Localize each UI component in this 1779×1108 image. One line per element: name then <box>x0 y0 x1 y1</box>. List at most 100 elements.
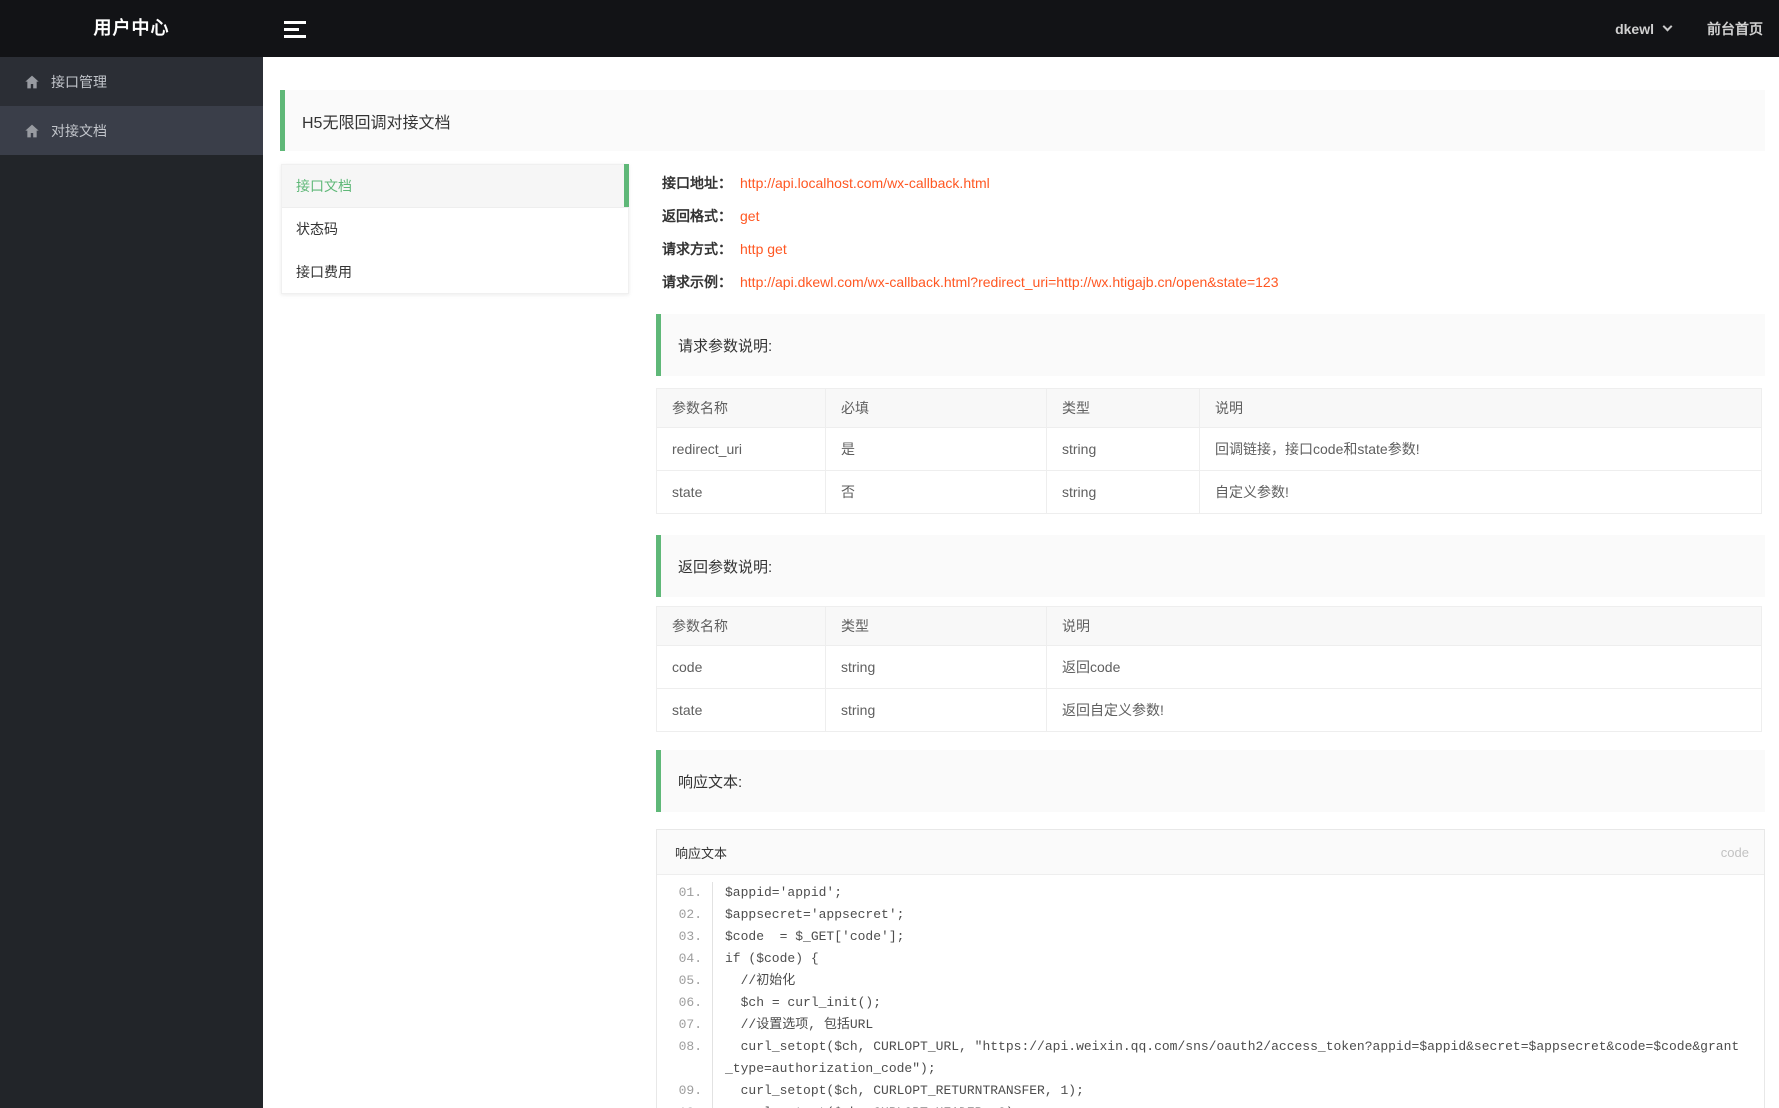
chevron-down-icon <box>1662 21 1673 32</box>
code-line: 05. //初始化 <box>657 970 1764 992</box>
home-icon <box>25 124 39 137</box>
request-example-link[interactable]: http://api.dkewl.com/wx-callback.html?re… <box>740 274 1279 290</box>
line-number: 08. <box>657 1036 713 1080</box>
api-url-label: 接口地址： <box>662 174 732 191</box>
code-line: 10. curl_setopt($ch, CURLOPT_HEADER, 0); <box>657 1102 1764 1108</box>
api-info-list: 接口地址： http://api.localhost.com/wx-callba… <box>662 166 1279 298</box>
line-number: 06. <box>657 992 713 1014</box>
cell-type: string <box>825 688 1047 732</box>
doc-menu-item-api-fees[interactable]: 接口费用 <box>282 251 628 293</box>
cell-description: 返回code <box>1046 645 1762 689</box>
username-label: dkewl <box>1615 20 1654 37</box>
doc-menu-item-status-codes[interactable]: 状态码 <box>282 208 628 250</box>
line-number: 01. <box>657 882 713 904</box>
cell-description: 自定义参数! <box>1199 470 1762 514</box>
cell-required: 是 <box>825 427 1047 471</box>
api-url-link[interactable]: http://api.localhost.com/wx-callback.htm… <box>740 175 990 191</box>
sidebar-item-label: 对接文档 <box>51 122 107 139</box>
hamburger-menu-icon[interactable] <box>284 21 306 38</box>
code-text: curl_setopt($ch, CURLOPT_RETURNTRANSFER,… <box>725 1083 1084 1098</box>
heading-text: 响应文本: <box>678 773 743 791</box>
api-info-row: 接口地址： http://api.localhost.com/wx-callba… <box>662 166 1279 199</box>
request-method-label: 请求方式： <box>662 240 732 257</box>
cell-description: 回调链接，接口code和state参数! <box>1199 427 1762 471</box>
page-title-panel: H5无限回调对接文档 <box>280 90 1765 151</box>
code-block-title: 响应文本 <box>675 845 728 861</box>
code-line: 08. curl_setopt($ch, CURLOPT_URL, "https… <box>657 1036 1764 1080</box>
table-row: state string 返回自定义参数! <box>656 688 1762 732</box>
cell-required: 否 <box>825 470 1047 514</box>
table-header-row: 参数名称 类型 说明 <box>656 606 1762 646</box>
col-header: 类型 <box>825 606 1047 646</box>
col-header: 必填 <box>825 388 1047 428</box>
table-row: state 否 string 自定义参数! <box>656 470 1762 514</box>
top-header: 用户中心 dkewl 前台首页 <box>0 0 1779 57</box>
code-text: curl_setopt($ch, CURLOPT_URL, "https://a… <box>725 1039 1740 1076</box>
code-text: $appid='appid'; <box>725 885 843 900</box>
request-params-table: 参数名称 必填 类型 说明 redirect_uri 是 string 回调链接… <box>656 388 1762 514</box>
request-params-heading: 请求参数说明: <box>656 314 1765 376</box>
line-number: 10. <box>657 1102 713 1108</box>
page-title: H5无限回调对接文档 <box>302 114 451 132</box>
code-line: 02. $appsecret='appsecret'; <box>657 904 1764 926</box>
col-header: 说明 <box>1199 388 1762 428</box>
code-line: 01. $appid='appid'; <box>657 882 1764 904</box>
header-right: dkewl 前台首页 <box>1615 0 1763 57</box>
code-line: 06. $ch = curl_init(); <box>657 992 1764 1014</box>
heading-text: 请求参数说明: <box>678 337 773 355</box>
cell-type: string <box>1046 427 1200 471</box>
cell-param-name: state <box>656 688 826 732</box>
sidebar-item-api-management[interactable]: 接口管理 <box>0 57 263 106</box>
api-info-row: 返回格式： get <box>662 199 1279 232</box>
code-block-header: 响应文本 code <box>657 830 1764 875</box>
request-method-value: http get <box>740 240 787 257</box>
code-block-card: 响应文本 code 01. $appid='appid'; 02. $appsecr… <box>656 829 1765 1108</box>
response-text-heading: 响应文本: <box>656 750 1765 812</box>
cell-param-name: state <box>656 470 826 514</box>
api-info-row: 请求示例： http://api.dkewl.com/wx-callback.h… <box>662 265 1279 298</box>
code-text: $ch = curl_init(); <box>725 995 882 1010</box>
cell-description: 返回自定义参数! <box>1046 688 1762 732</box>
code-text: curl_setopt($ch, CURLOPT_HEADER, 0); <box>713 1102 1764 1108</box>
code-text: //设置选项, 包括URL <box>725 1017 874 1032</box>
line-number: 07. <box>657 1014 713 1036</box>
sidebar-item-label: 接口管理 <box>51 73 107 90</box>
line-number: 05. <box>657 970 713 992</box>
line-number: 03. <box>657 926 713 948</box>
code-text: if ($code) { <box>725 951 819 966</box>
code-text: $appsecret='appsecret'; <box>725 907 905 922</box>
table-header-row: 参数名称 必填 类型 说明 <box>656 388 1762 428</box>
response-params-heading: 返回参数说明: <box>656 535 1765 597</box>
frontend-home-link[interactable]: 前台首页 <box>1707 19 1763 39</box>
code-line: 03. $code = $_GET['code']; <box>657 926 1764 948</box>
col-header: 说明 <box>1046 606 1762 646</box>
cell-type: string <box>825 645 1047 689</box>
api-info-row: 请求方式： http get <box>662 232 1279 265</box>
return-format-value: get <box>740 207 760 224</box>
heading-text: 返回参数说明: <box>678 558 773 576</box>
doc-menu: 接口文档 状态码 接口费用 <box>281 163 629 294</box>
code-badge-label: code <box>1720 844 1749 860</box>
col-header: 参数名称 <box>656 606 826 646</box>
code-block-body: 01. $appid='appid'; 02. $appsecret='appsec… <box>657 875 1764 1108</box>
col-header: 参数名称 <box>656 388 826 428</box>
line-number: 02. <box>657 904 713 926</box>
line-number: 09. <box>657 1080 713 1102</box>
sidebar-item-docs[interactable]: 对接文档 <box>0 106 263 155</box>
return-format-label: 返回格式： <box>662 207 732 224</box>
user-dropdown[interactable]: dkewl <box>1615 20 1673 37</box>
app-logo: 用户中心 <box>93 18 170 38</box>
code-line: 04. if ($code) { <box>657 948 1764 970</box>
sidebar-nav: 接口管理 对接文档 <box>0 57 263 1108</box>
code-text: //初始化 <box>725 973 796 988</box>
table-row: code string 返回code <box>656 645 1762 689</box>
home-icon <box>25 75 39 88</box>
cell-param-name: code <box>656 645 826 689</box>
code-text: $code = $_GET['code']; <box>725 929 905 944</box>
cell-type: string <box>1046 470 1200 514</box>
table-row: redirect_uri 是 string 回调链接，接口code和state参… <box>656 427 1762 471</box>
doc-menu-item-api-doc[interactable]: 接口文档 <box>282 163 629 209</box>
cell-param-name: redirect_uri <box>656 427 826 471</box>
response-params-table: 参数名称 类型 说明 code string 返回code state stri… <box>656 606 1762 732</box>
line-number: 04. <box>657 948 713 970</box>
